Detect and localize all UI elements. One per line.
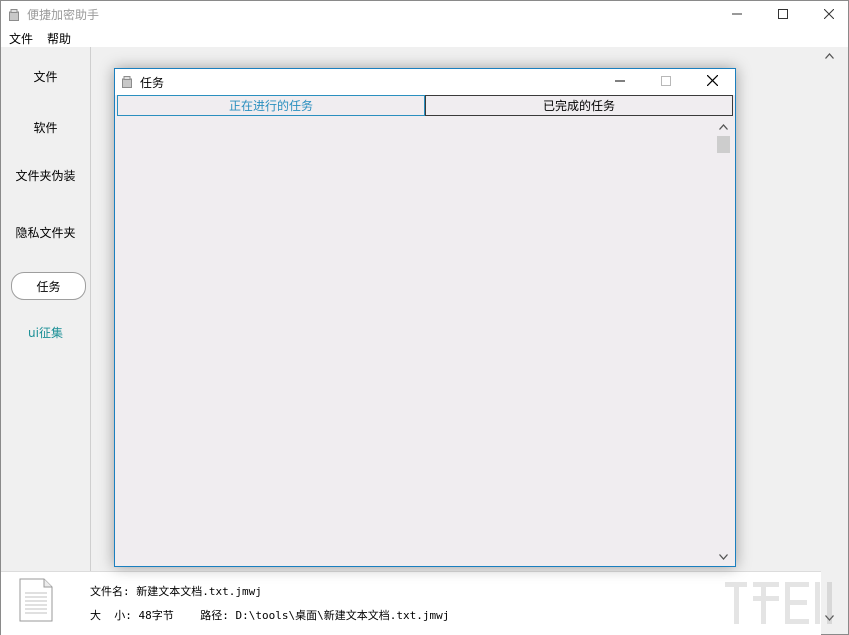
sidebar-item-private-folder[interactable]: 隐私文件夹 [1, 224, 90, 241]
size-path-row: 大 小: 48字节 路径: D:\tools\桌面\新建文本文档.txt.jmw… [90, 607, 449, 623]
file-name-row: 文件名: 新建文本文档.txt.jmwj [90, 583, 262, 599]
watermark-logo [725, 582, 832, 624]
path-value: D:\tools\桌面\新建文本文档.txt.jmwj [235, 609, 450, 622]
close-button[interactable] [806, 1, 849, 28]
maximize-icon [661, 75, 671, 89]
size-label: 大 小: [90, 609, 132, 622]
scroll-thumb[interactable] [717, 136, 730, 153]
dialog-titlebar[interactable]: 任务 [115, 69, 735, 95]
sidebar-item-tasks-label: 任务 [36, 279, 61, 294]
scroll-down-button[interactable] [715, 550, 732, 562]
menu-bar: 文件 帮助 [1, 28, 848, 47]
sidebar: 文件 软件 文件夹伪装 隐私文件夹 任务 ui征集 [1, 47, 91, 571]
status-area: 文件名: 新建文本文档.txt.jmwj 大 小: 48字节 路径: D:\to… [1, 571, 821, 635]
maximize-icon [778, 8, 788, 22]
maximize-button[interactable] [760, 1, 806, 28]
dialog-minimize-button[interactable] [597, 69, 643, 95]
dialog-maximize-button[interactable] [643, 69, 689, 95]
dialog-title: 任务 [140, 76, 165, 90]
dialog-vertical-scrollbar[interactable] [715, 117, 732, 564]
sidebar-item-folder-disguise[interactable]: 文件夹伪装 [1, 167, 90, 184]
task-list-area [117, 117, 715, 562]
file-name-value: 新建文本文档.txt.jmwj [136, 585, 262, 598]
sidebar-item-ui-collect[interactable]: ui征集 [1, 324, 90, 341]
tab-completed-tasks[interactable]: 已完成的任务 [425, 95, 733, 116]
sidebar-item-tasks[interactable]: 任务 [11, 272, 86, 300]
minimize-icon [732, 8, 742, 22]
menu-help[interactable]: 帮助 [47, 30, 71, 47]
minimize-button[interactable] [714, 1, 760, 28]
app-icon [9, 9, 19, 21]
main-vertical-scrollbar[interactable] [821, 47, 838, 625]
menu-file[interactable]: 文件 [9, 30, 33, 47]
scroll-up-button[interactable] [821, 49, 838, 61]
tab-running-tasks[interactable]: 正在进行的任务 [117, 95, 425, 116]
close-icon [823, 8, 835, 22]
path-label: 路径: [200, 609, 229, 622]
window-title: 便捷加密助手 [27, 8, 100, 22]
close-icon [706, 74, 718, 89]
file-name-label: 文件名: [90, 585, 130, 598]
dialog-close-button[interactable] [689, 69, 735, 95]
scroll-up-button[interactable] [715, 120, 732, 132]
app-icon [122, 76, 132, 88]
size-value: 48字节 [138, 609, 174, 622]
chevron-up-icon [719, 119, 728, 133]
chevron-down-icon [719, 549, 728, 563]
task-dialog: 任务 正在进行的任务 已完成的任务 [114, 68, 736, 567]
chevron-up-icon [825, 48, 834, 62]
sidebar-item-file[interactable]: 文件 [1, 68, 90, 85]
sidebar-item-software[interactable]: 软件 [1, 119, 90, 136]
minimize-icon [615, 75, 625, 89]
file-icon [18, 578, 54, 622]
main-titlebar[interactable]: 便捷加密助手 [1, 1, 848, 28]
